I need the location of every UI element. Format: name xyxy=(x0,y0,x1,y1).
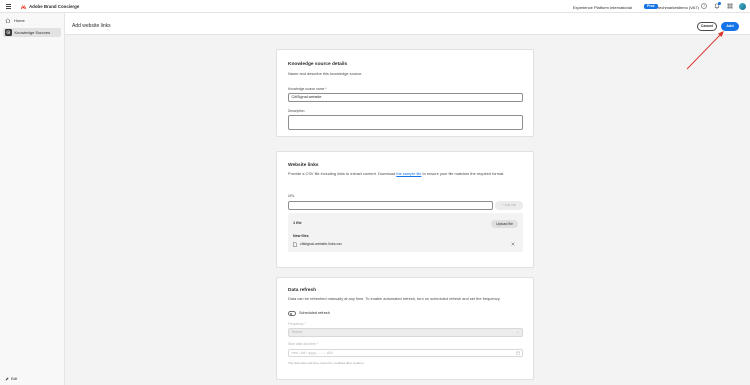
start-date-hint: The start date and time cannot be modifi… xyxy=(288,361,365,365)
adobe-logo-icon xyxy=(21,4,26,9)
top-icons: ? xyxy=(700,2,746,10)
main-content: Knowledge source details Name and descri… xyxy=(65,36,750,385)
file-count: 1 file xyxy=(293,221,302,225)
file-name: citisignal-website-links.csv xyxy=(300,242,342,246)
frequency-value: Select xyxy=(291,330,303,334)
details-description: Name and describe this knowledge source. xyxy=(288,71,363,76)
add-link-label: Add link xyxy=(504,203,517,207)
sidebar-item-label: Home xyxy=(14,18,25,23)
new-files-label: New files xyxy=(293,234,309,238)
apps-grid-icon[interactable] xyxy=(726,3,733,10)
links-text-before: Provide a CSV file including links to ex… xyxy=(288,171,397,176)
start-date-placeholder: mm / dd / yyyy, -- : -- AM xyxy=(291,350,333,355)
data-refresh-card: Data refresh Data can be refreshed manua… xyxy=(276,277,534,380)
add-link-button[interactable]: + Add link xyxy=(495,201,523,210)
help-icon[interactable]: ? xyxy=(700,3,707,10)
top-bar: Adobe Brand Concierge Experience Platfor… xyxy=(0,0,750,13)
description-textarea[interactable] xyxy=(288,115,523,130)
links-text-after: to ensure your file matches the required… xyxy=(421,171,505,176)
links-description: Provide a CSV file including links to ex… xyxy=(288,171,524,177)
chevron-down-icon xyxy=(516,331,519,334)
sidebar-item-home[interactable]: Home xyxy=(3,16,61,25)
svg-text:?: ? xyxy=(703,4,705,8)
notifications-icon[interactable] xyxy=(713,2,721,10)
page-header: Add website links Cancel Add xyxy=(65,13,750,35)
menu-icon[interactable] xyxy=(6,4,11,9)
scheduled-refresh-label: Scheduled refresh xyxy=(299,311,330,316)
pencil-icon xyxy=(5,377,9,381)
scheduled-refresh-toggle[interactable] xyxy=(288,311,296,316)
file-upload-area: 1 file Upload file New files citisignal-… xyxy=(288,213,523,252)
sample-file-link[interactable]: the sample file xyxy=(396,171,421,176)
notification-badge xyxy=(717,2,721,6)
app-name: Adobe Brand Concierge xyxy=(29,4,80,10)
sidebar-item-label: Knowledge Sources xyxy=(14,30,51,35)
name-field-label: Knowledge source name * xyxy=(288,87,327,91)
file-item: citisignal-website-links.csv xyxy=(293,241,342,247)
upload-file-button[interactable]: Upload file xyxy=(491,219,518,228)
refresh-heading: Data refresh xyxy=(288,288,316,293)
start-date-input[interactable]: mm / dd / yyyy, -- : -- AM xyxy=(288,348,523,357)
sandbox-switcher[interactable]: techmarketdemo (VA7) xyxy=(658,5,699,10)
file-icon xyxy=(293,241,297,247)
org-switcher[interactable]: Experience Platform International xyxy=(573,5,632,10)
add-button[interactable]: Add xyxy=(721,22,739,31)
page-title: Add website links xyxy=(72,23,111,29)
details-heading: Knowledge source details xyxy=(288,62,348,67)
details-card: Knowledge source details Name and descri… xyxy=(276,49,534,137)
frequency-field-label: Frequency * xyxy=(288,321,306,326)
edit-label: Edit xyxy=(11,377,18,381)
sidebar-item-knowledge-sources[interactable]: Knowledge Sources xyxy=(3,28,61,37)
avatar[interactable] xyxy=(739,2,746,10)
links-heading: Website links xyxy=(288,163,319,168)
start-date-field-label: Start date and time * xyxy=(288,342,319,346)
knowledge-source-name-input[interactable]: CitiSignal website xyxy=(288,93,523,102)
name-label-text: Knowledge source name xyxy=(288,87,326,91)
sidebar: Home Knowledge Sources Edit xyxy=(0,13,65,385)
refresh-description: Data can be refreshed manually at any ti… xyxy=(288,296,501,301)
home-icon xyxy=(5,18,11,24)
url-field-label: URL xyxy=(288,194,295,198)
url-input[interactable] xyxy=(288,201,493,210)
description-field-label: Description xyxy=(288,108,305,113)
required-marker: * xyxy=(325,87,327,91)
edit-button[interactable]: Edit xyxy=(5,377,17,381)
knowledge-sources-icon xyxy=(5,29,12,36)
remove-file-icon[interactable] xyxy=(511,242,515,246)
frequency-select[interactable]: Select xyxy=(288,328,523,337)
website-links-card: Website links Provide a CSV file includi… xyxy=(276,151,534,268)
cancel-button[interactable]: Cancel xyxy=(697,22,717,31)
calendar-icon xyxy=(516,351,520,355)
env-badge: Prod xyxy=(644,3,658,10)
